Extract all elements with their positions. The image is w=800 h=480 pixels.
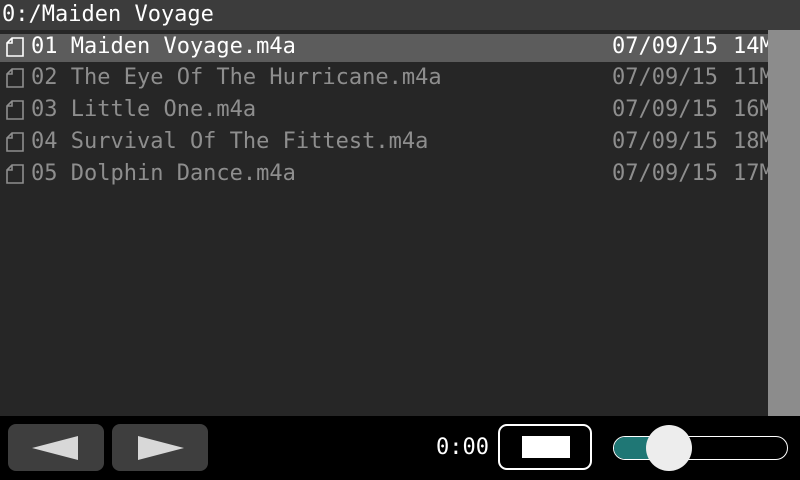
next-button[interactable] [112, 424, 208, 471]
slider-knob[interactable] [646, 425, 692, 471]
elapsed-time: 0:00 [436, 435, 489, 460]
scrollbar-thumb[interactable] [768, 30, 800, 416]
file-date: 07/09/15 [612, 97, 718, 122]
volume-slider[interactable] [613, 425, 788, 471]
file-icon [6, 100, 24, 120]
path-bar: 0:/Maiden Voyage [0, 0, 800, 30]
file-name: 03 Little One.m4a [31, 97, 257, 122]
file-size: 14M [733, 34, 768, 59]
previous-button[interactable] [8, 424, 104, 471]
file-icon [6, 37, 24, 57]
file-row[interactable]: 05 Dolphin Dance.m4a 07/09/15 17M [0, 158, 768, 190]
file-row[interactable]: 03 Little One.m4a 07/09/15 16M [0, 94, 768, 126]
file-row[interactable]: 01 Maiden Voyage.m4a 07/09/15 14M [0, 34, 768, 62]
file-icon [6, 132, 24, 152]
slider-track[interactable] [613, 436, 788, 460]
file-date: 07/09/15 [612, 129, 718, 154]
file-name: 02 The Eye Of The Hurricane.m4a [31, 65, 442, 90]
file-icon [6, 164, 24, 184]
current-path: 0:/Maiden Voyage [2, 2, 214, 27]
file-row[interactable]: 04 Survival Of The Fittest.m4a 07/09/15 … [0, 126, 768, 158]
file-row[interactable]: 02 The Eye Of The Hurricane.m4a 07/09/15… [0, 62, 768, 94]
file-list: 01 Maiden Voyage.m4a 07/09/15 14M 02 The… [0, 30, 768, 416]
stop-icon [522, 436, 570, 458]
file-date: 07/09/15 [612, 65, 718, 90]
file-size: 18M [733, 129, 768, 154]
stop-button[interactable] [498, 424, 592, 470]
file-date: 07/09/15 [612, 161, 718, 186]
file-name: 04 Survival Of The Fittest.m4a [31, 129, 429, 154]
file-size: 16M [733, 97, 768, 122]
file-size: 17M [733, 161, 768, 186]
playback-controls: 0:00 [0, 416, 800, 480]
file-icon [6, 68, 24, 88]
file-size: 11M [733, 65, 768, 90]
left-arrow-icon [32, 436, 78, 460]
file-name: 05 Dolphin Dance.m4a [31, 161, 296, 186]
scrollbar[interactable] [768, 30, 800, 416]
right-arrow-icon [138, 436, 184, 460]
file-date: 07/09/15 [612, 34, 718, 59]
file-name: 01 Maiden Voyage.m4a [31, 34, 296, 59]
